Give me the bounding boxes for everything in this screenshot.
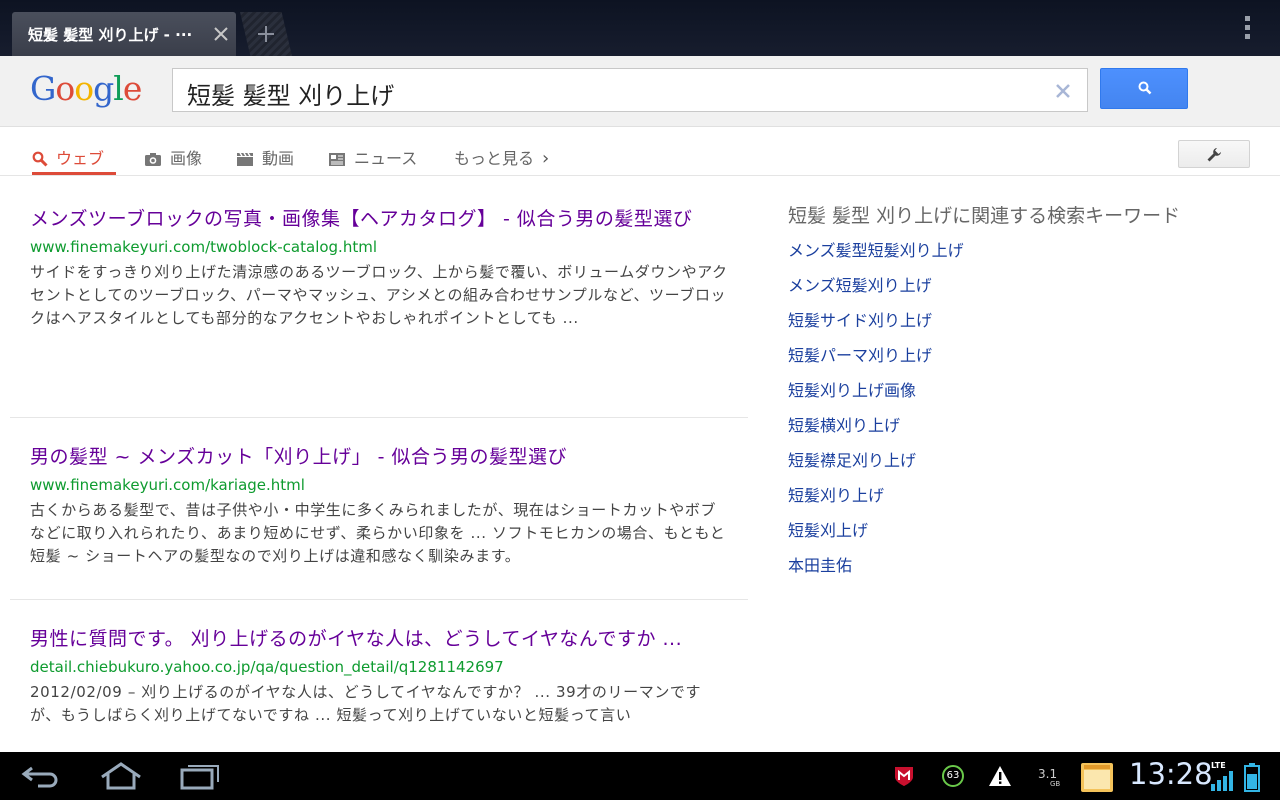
result-divider	[10, 599, 748, 600]
tab-images-label: 画像	[170, 149, 203, 168]
search-button[interactable]	[1100, 68, 1188, 109]
notification-count-badge: 63	[942, 765, 964, 787]
clear-search-icon[interactable]	[1055, 83, 1071, 99]
signal-strength-icon	[1211, 771, 1233, 791]
logo-letter: o	[55, 69, 75, 108]
close-tab-icon[interactable]	[212, 25, 230, 43]
back-icon[interactable]	[20, 760, 60, 792]
related-search-link[interactable]: 短髪刈上げ	[788, 513, 1248, 548]
battery-icon	[1244, 763, 1260, 792]
tab-web-label: ウェブ	[56, 149, 105, 168]
tab-more-label: もっと見る	[454, 149, 535, 168]
home-icon[interactable]	[98, 760, 144, 792]
tab-video-label: 動画	[262, 149, 295, 168]
logo-letter: l	[113, 69, 124, 108]
camera-icon	[145, 153, 161, 166]
related-search-link[interactable]: 短髪刈り上げ画像	[788, 373, 1248, 408]
search-result: メンズツーブロックの写真・画像集【ヘアカタログ】 - 似合う男の髪型選び www…	[30, 204, 730, 330]
tab-images[interactable]: 画像	[144, 145, 202, 175]
tab-web[interactable]: ウェブ	[32, 145, 116, 175]
recent-apps-icon[interactable]	[178, 760, 222, 792]
related-search-link[interactable]: 短髪パーマ刈り上げ	[788, 338, 1248, 373]
result-title-link[interactable]: 男性に質問です。 刈り上げるのがイヤな人は、どうしてイヤなんですか ...	[30, 624, 730, 655]
related-search-link[interactable]: 短髪刈り上げ	[788, 478, 1248, 513]
search-header: Google 短髪 髪型 刈り上げ	[0, 56, 1280, 127]
result-snippet: 古くからある髪型で、昔は子供や小・中学生に多くみられましたが、現在はショートカッ…	[30, 501, 726, 565]
calendar-app-icon	[1081, 763, 1113, 792]
result-url: www.finemakeyuri.com/twoblock-catalog.ht…	[30, 238, 377, 256]
tab-more[interactable]: もっと見る ›	[454, 145, 549, 175]
search-input[interactable]: 短髪 髪型 刈り上げ	[172, 68, 1088, 112]
result-snippet: サイドをすっきり刈り上げた清涼感のあるツーブロック、上から髪で覆い、ボリュームダ…	[30, 263, 728, 327]
newspaper-icon	[329, 153, 345, 166]
network-type-label: LTE	[1211, 761, 1226, 770]
storage-unit: GB	[1050, 780, 1061, 788]
tab-video[interactable]: 動画	[236, 145, 294, 175]
logo-letter: G	[30, 69, 56, 108]
related-search-link[interactable]: 本田圭佑	[788, 548, 1248, 583]
browser-tab-bar: 短髪 髪型 刈り上げ - ···	[0, 0, 1280, 56]
tab-news-label: ニュース	[354, 149, 418, 168]
new-tab-button[interactable]	[240, 12, 292, 56]
related-search-link[interactable]: 短髪横刈り上げ	[788, 408, 1248, 443]
search-tools-button[interactable]	[1178, 140, 1250, 168]
related-searches-heading: 短髪 髪型 刈り上げに関連する検索キーワード	[788, 205, 1181, 227]
result-title-link[interactable]: 男の髪型 ~ メンズカット「刈り上げ」 - 似合う男の髪型選び	[30, 442, 730, 473]
logo-letter: g	[93, 69, 114, 108]
warning-icon	[989, 766, 1011, 786]
result-title-link[interactable]: メンズツーブロックの写真・画像集【ヘアカタログ】 - 似合う男の髪型選び	[30, 204, 730, 235]
search-result: 男の髪型 ~ メンズカット「刈り上げ」 - 似合う男の髪型選び www.fine…	[30, 442, 730, 568]
related-search-link[interactable]: 短髪サイド刈り上げ	[788, 303, 1248, 338]
result-url: detail.chiebukuro.yahoo.co.jp/qa/questio…	[30, 658, 504, 676]
related-search-link[interactable]: メンズ短髪刈り上げ	[788, 268, 1248, 303]
search-result: 男性に質問です。 刈り上げるのがイヤな人は、どうしてイヤなんですか ... de…	[30, 624, 730, 727]
logo-letter: o	[74, 69, 94, 108]
logo-letter: e	[122, 69, 143, 108]
related-search-link[interactable]: メンズ髪型短髪刈り上げ	[788, 233, 1248, 268]
related-searches: 短髪 髪型 刈り上げに関連する検索キーワード メンズ髪型短髪刈り上げ メンズ短髪…	[788, 202, 1248, 583]
storage-value: 3.1	[1038, 767, 1058, 781]
result-divider	[10, 417, 748, 418]
tab-title: 短髪 髪型 刈り上げ - ···	[28, 26, 193, 44]
search-query-text: 短髪 髪型 刈り上げ	[187, 82, 395, 110]
search-icon	[32, 151, 48, 167]
system-navigation-bar: 63 3.1 GB 13:28 LTE	[0, 752, 1280, 800]
related-search-link[interactable]: 短髪襟足刈り上げ	[788, 443, 1248, 478]
film-icon	[237, 152, 253, 166]
wrench-icon	[1207, 148, 1221, 162]
search-type-tabs: ウェブ 画像 動画 ニュース もっと見る ›	[0, 127, 1280, 176]
result-snippet: 2012/02/09 – 刈り上げるのがイヤな人は、どうしてイヤなんですか？ .…	[30, 683, 702, 724]
chevron-right-icon: ›	[542, 148, 550, 169]
plus-icon	[258, 26, 274, 42]
browser-tab-active[interactable]: 短髪 髪型 刈り上げ - ···	[12, 12, 236, 56]
related-searches-list: メンズ髪型短髪刈り上げ メンズ短髪刈り上げ 短髪サイド刈り上げ 短髪パーマ刈り上…	[788, 233, 1248, 583]
result-url: www.finemakeyuri.com/kariage.html	[30, 476, 305, 494]
google-logo[interactable]: Google	[30, 69, 143, 108]
overflow-menu-icon[interactable]	[1240, 14, 1256, 42]
clock: 13:28	[1129, 757, 1213, 791]
tab-news[interactable]: ニュース	[328, 145, 417, 175]
search-icon	[1138, 81, 1152, 95]
mcafee-shield-icon	[895, 767, 913, 786]
